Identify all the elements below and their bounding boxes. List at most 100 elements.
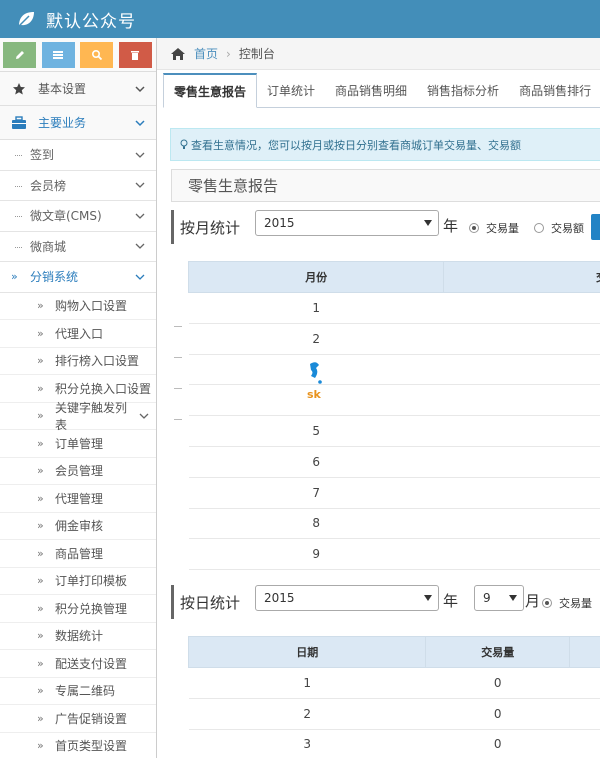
chevron-down-icon — [139, 413, 149, 419]
cell-month: 7 — [188, 477, 444, 509]
sidebar-item-order-management[interactable]: » 订单管理 — [0, 430, 156, 458]
sidebar-item-label: 主要业务 — [38, 116, 87, 130]
sidebar-item-checkin[interactable]: 签到 — [0, 140, 156, 171]
sidebar-item-ad-promotion[interactable]: » 广告促销设置 — [0, 705, 156, 733]
daily-stats-label: 按日统计 — [171, 585, 241, 619]
daily-month-select[interactable]: 9 — [474, 585, 524, 611]
cell-date: 3 — [188, 729, 426, 758]
radio-label: 交易量 — [486, 222, 519, 235]
tab-order-stats[interactable]: 订单统计 — [257, 73, 325, 108]
monthly-stats-label: 按月统计 — [171, 210, 241, 244]
divider — [174, 326, 182, 327]
col-date-header: 日期 — [187, 636, 427, 668]
cell-month: 8 — [188, 508, 444, 540]
double-chevron-right-icon: » — [37, 491, 44, 505]
sidebar-item-main-business[interactable]: 主要业务 — [0, 106, 156, 140]
radio-button[interactable] — [542, 598, 552, 608]
alert-text: 查看生意情况，您可以按月或按日分别查看商城订单交易量、交易额 — [191, 138, 521, 152]
radio-amount[interactable]: 交易额 — [534, 220, 584, 236]
radio-volume[interactable]: 交易量 — [469, 220, 519, 236]
sidebar-item-exclusive-qrcode[interactable]: » 专属二维码 — [0, 677, 156, 705]
table-row: 10 — [188, 667, 600, 699]
double-chevron-right-icon: » — [37, 519, 44, 533]
floating-logo: sk — [307, 362, 322, 401]
cell-month: 1 — [188, 292, 444, 324]
double-chevron-right-icon: » — [37, 711, 44, 725]
sidebar-item-label: 微商城 — [30, 239, 67, 254]
panel-title: 零售生意报告 — [171, 169, 600, 202]
sidebar-item-label: 广告促销设置 — [55, 711, 128, 726]
table-row — [188, 384, 600, 417]
sidebar-item-label: 首页类型设置 — [55, 739, 128, 754]
sidebar-item-commission-review[interactable]: » 佣金审核 — [0, 512, 156, 540]
sidebar-item-member-management[interactable]: » 会员管理 — [0, 457, 156, 485]
sidebar-item-cms[interactable]: 微文章(CMS) — [0, 201, 156, 232]
double-chevron-right-icon: » — [37, 381, 44, 395]
tab-sales-indicator-analysis[interactable]: 销售指标分析 — [417, 73, 509, 108]
table-row: 6 — [188, 446, 600, 478]
sidebar-item-label: 配送支付设置 — [55, 656, 128, 671]
sidebar-item-label: 代理入口 — [55, 326, 104, 341]
sidebar-item-shopping-entry[interactable]: » 购物入口设置 — [0, 292, 156, 320]
double-chevron-right-icon: » — [37, 436, 44, 450]
cell-month: 6 — [188, 446, 444, 478]
shortcut-search-button[interactable] — [80, 41, 114, 68]
shortcut-pencil-button[interactable] — [3, 41, 36, 68]
col-partial-header: 交 — [443, 261, 600, 293]
chevron-down-icon — [135, 85, 145, 92]
sidebar-item-product-management[interactable]: » 商品管理 — [0, 540, 156, 568]
col-month-header: 月份 — [187, 261, 445, 293]
sidebar-item-label: 专属二维码 — [55, 684, 116, 699]
sidebar-item-agent-entry[interactable]: » 代理入口 — [0, 320, 156, 348]
sidebar-item-delivery-payment[interactable]: » 配送支付设置 — [0, 650, 156, 678]
double-chevron-right-icon: » — [37, 546, 44, 560]
lightbulb-icon — [180, 139, 188, 149]
table-row: 8 — [188, 508, 600, 540]
shortcut-trash-button[interactable] — [118, 41, 152, 68]
tab-product-sales-ranking[interactable]: 商品销售排行 — [509, 73, 600, 108]
sidebar-item-points-exchange-management[interactable]: » 积分兑换管理 — [0, 595, 156, 623]
sidebar-item-label: 代理管理 — [55, 491, 104, 506]
radio-label: 交易额 — [551, 222, 584, 235]
sidebar-item-homepage-type[interactable]: » 首页类型设置 — [0, 732, 156, 758]
double-chevron-right-icon: » — [37, 684, 44, 698]
chevron-down-icon — [135, 182, 145, 189]
sidebar-item-ranking-entry[interactable]: » 排行榜入口设置 — [0, 347, 156, 375]
divider — [174, 357, 182, 358]
chevron-down-icon — [135, 243, 145, 250]
month-unit-label: 月 — [525, 592, 541, 610]
tab-retail-report[interactable]: 零售生意报告 — [163, 73, 258, 108]
cell-volume: 0 — [425, 698, 570, 730]
sidebar-item-micro-mall[interactable]: 微商城 — [0, 231, 156, 262]
sidebar-item-basic-settings[interactable]: 基本设置 — [0, 72, 156, 106]
monthly-year-select[interactable]: 2015 — [255, 210, 439, 236]
sidebar-shortcuts — [0, 38, 156, 72]
radio-volume[interactable]: 交易量 — [542, 595, 592, 611]
table-row: 2 — [188, 323, 600, 355]
chevron-down-icon — [135, 213, 145, 219]
shortcut-list-button[interactable] — [41, 41, 75, 68]
tab-product-sales-detail[interactable]: 商品销售明细 — [325, 73, 417, 108]
sidebar-item-data-statistics[interactable]: » 数据统计 — [0, 622, 156, 650]
sidebar-item-member-ranking[interactable]: 会员榜 — [0, 170, 156, 201]
sidebar-item-order-print-template[interactable]: » 订单打印模板 — [0, 567, 156, 595]
radio-button[interactable] — [469, 223, 479, 233]
cell-month: 5 — [188, 415, 444, 447]
double-chevron-right-icon: » — [37, 656, 44, 670]
table-row: 7 — [188, 477, 600, 509]
sidebar-item-distribution[interactable]: » 分销系统 — [0, 262, 156, 293]
sidebar-distribution-submenu: » 购物入口设置 » 代理入口 » 排行榜入口设置 » 积分兑换入口设置 » 关键字触发列… — [0, 292, 156, 758]
breadcrumb: 首页 › 控制台 — [157, 38, 600, 70]
double-chevron-right-icon: » — [37, 409, 44, 423]
col-volume-header: 交易量 — [425, 636, 571, 668]
sidebar-item-agent-management[interactable]: » 代理管理 — [0, 485, 156, 513]
daily-year-select[interactable]: 2015 — [255, 585, 439, 611]
sidebar-item-label: 佣金审核 — [55, 519, 104, 534]
query-button[interactable] — [591, 214, 600, 240]
sidebar-item-keyword-trigger[interactable]: » 关键字触发列表 — [0, 401, 156, 432]
breadcrumb-home-link[interactable]: 首页 — [194, 45, 218, 62]
radio-button[interactable] — [534, 223, 544, 233]
sidebar-item-label: 会员管理 — [55, 464, 104, 479]
cell-volume: 0 — [425, 667, 570, 699]
sidebar-item-label: 分销系统 — [30, 270, 79, 285]
